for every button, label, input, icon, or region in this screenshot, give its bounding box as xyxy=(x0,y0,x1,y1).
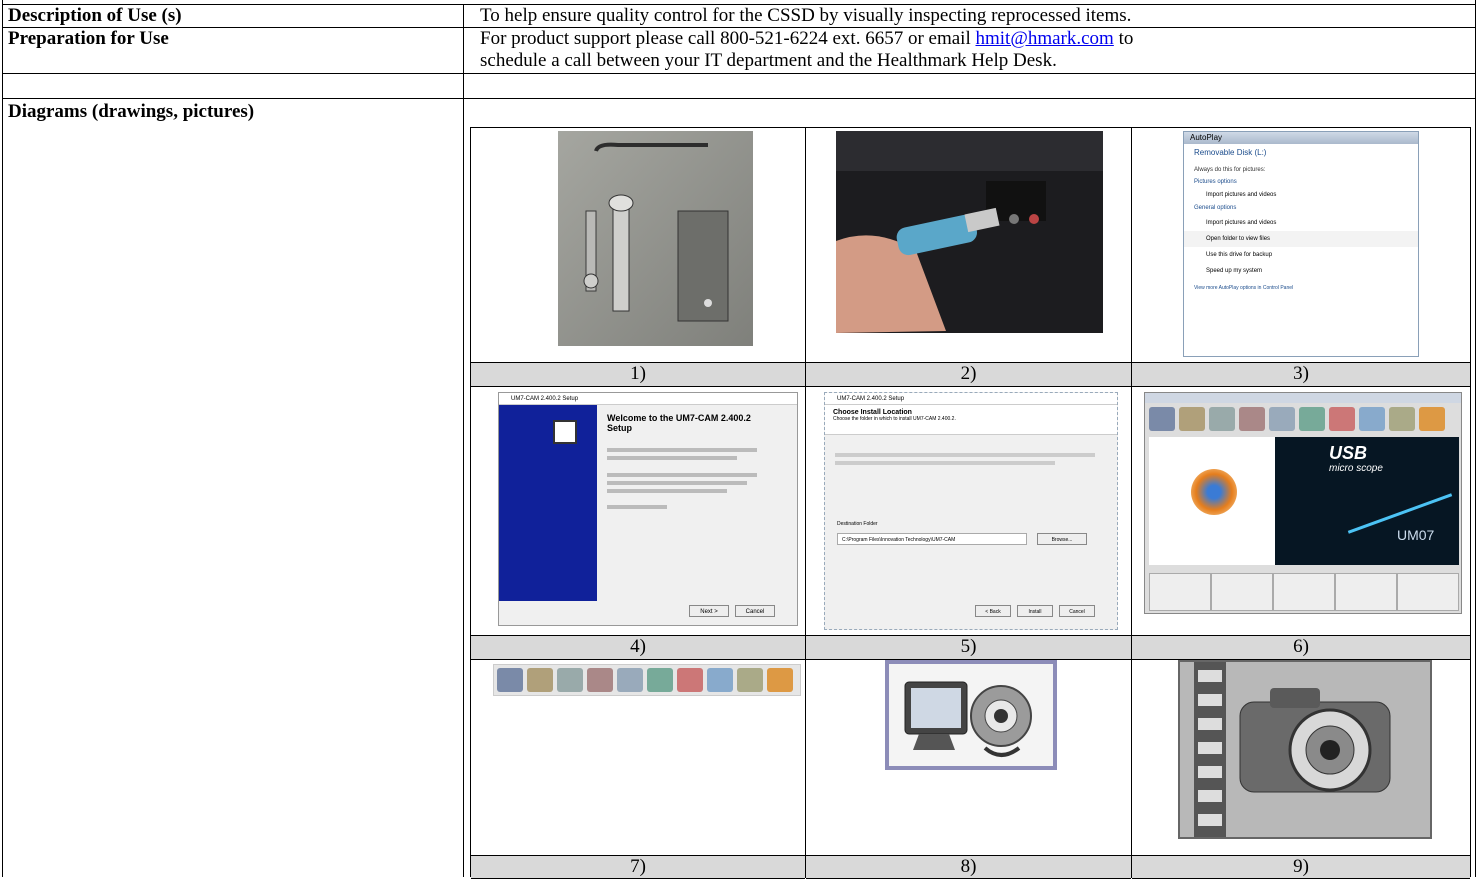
camera-tool-icon xyxy=(497,668,523,692)
grid-divider xyxy=(805,128,806,878)
app-preview: USB micro scope UM07 xyxy=(1149,437,1459,565)
camera-icon-picture xyxy=(1178,660,1432,839)
settings-tool-icon[interactable] xyxy=(1239,407,1265,431)
chart-tool-icon xyxy=(707,668,733,692)
webcam-icon-picture xyxy=(885,660,1057,770)
camera-tool-icon[interactable] xyxy=(1149,407,1175,431)
caption-5: 5) xyxy=(806,635,1131,660)
capture-tool-icon xyxy=(617,668,643,692)
caption-3: 3) xyxy=(1132,362,1470,387)
install-titlebar: UM7-CAM 2.400.2 Setup xyxy=(825,393,1117,405)
row-value-preparation-line2: schedule a call between your IT departme… xyxy=(480,50,1057,71)
camera-logo-icon xyxy=(1191,469,1237,515)
install-sub: Choose the folder in which to install UM… xyxy=(833,416,956,422)
record-tool-icon xyxy=(677,668,703,692)
install-location-screenshot: UM7-CAM 2.400.2 Setup Choose Install Loc… xyxy=(824,392,1118,630)
row-label-diagrams: Diagrams (drawings, pictures) xyxy=(8,101,255,122)
exit-tool-icon xyxy=(767,668,793,692)
folder-tool-icon xyxy=(557,668,583,692)
autoplay-general-header: General options xyxy=(1194,205,1237,211)
microscope-app-screenshot: USB micro scope UM07 xyxy=(1144,392,1462,614)
usb-insert-photo xyxy=(836,131,1103,333)
setup-welcome-heading: Welcome to the UM7-CAM 2.400.2 Setup xyxy=(607,413,751,433)
app-thumbnail-strip xyxy=(1149,573,1459,611)
hardware-photo xyxy=(558,131,753,346)
autoplay-item[interactable]: Import pictures and videos xyxy=(1184,189,1418,201)
film-tool-icon[interactable] xyxy=(1179,407,1205,431)
row-label-description: Description of Use (s) xyxy=(8,5,182,26)
autoplay-footer-link[interactable]: View more AutoPlay options in Control Pa… xyxy=(1184,279,1418,297)
diagrams-grid: AutoPlay Removable Disk (L:) Always do t… xyxy=(470,127,1471,879)
autoplay-item[interactable]: Open folder to view files xyxy=(1184,231,1418,247)
caption-2: 2) xyxy=(806,362,1131,387)
setup-cancel-button[interactable]: Cancel xyxy=(735,605,775,617)
film-tool-icon xyxy=(527,668,553,692)
autoplay-disk: Removable Disk (L:) xyxy=(1194,148,1267,157)
app-brand-usb: USB xyxy=(1329,443,1368,463)
app-brand-um: UM07 xyxy=(1397,527,1435,543)
app-brand-micro: micro scope xyxy=(1329,463,1383,474)
caption-8: 8) xyxy=(806,855,1131,879)
caption-1: 1) xyxy=(471,362,805,387)
autoplay-pictures-header: Pictures options xyxy=(1194,179,1237,185)
autoplay-item[interactable]: Use this drive for backup xyxy=(1184,247,1418,263)
settings-tool-icon xyxy=(587,668,613,692)
network-tool-icon xyxy=(647,668,673,692)
app-toolbar xyxy=(1149,407,1449,431)
install-cancel-button[interactable]: Cancel xyxy=(1059,605,1095,617)
column-divider xyxy=(463,4,464,877)
caption-7: 7) xyxy=(471,855,805,879)
row-value-preparation-line1: For product support please call 800-521-… xyxy=(480,28,1133,50)
install-heading: Choose Install Location xyxy=(833,409,912,416)
exit-tool-icon[interactable] xyxy=(1419,407,1445,431)
row-divider xyxy=(2,98,1476,99)
document-page: Description of Use (s) To help ensure qu… xyxy=(0,0,1481,879)
mail-tool-icon[interactable] xyxy=(1389,407,1415,431)
toolbar-screenshot xyxy=(493,664,801,696)
autoplay-item[interactable]: Speed up my system xyxy=(1184,263,1418,279)
row-divider xyxy=(2,73,1476,74)
install-browse-button[interactable]: Browse... xyxy=(1037,533,1087,545)
caption-4: 4) xyxy=(471,635,805,660)
install-dest-label: Destination Folder xyxy=(837,521,878,527)
app-splash: USB micro scope UM07 xyxy=(1275,437,1459,565)
capture-tool-icon[interactable] xyxy=(1269,407,1295,431)
row-value-description: To help ensure quality control for the C… xyxy=(480,5,1132,26)
autoplay-screenshot: AutoPlay Removable Disk (L:) Always do t… xyxy=(1183,131,1419,357)
setup-logo-icon xyxy=(553,420,577,444)
email-link[interactable]: hmit@hmark.com xyxy=(975,28,1113,49)
install-path-input[interactable]: C:\Program Files\Innovation Technology\U… xyxy=(837,533,1027,545)
autoplay-item[interactable]: Import pictures and videos xyxy=(1184,215,1418,231)
autoplay-titlebar: AutoPlay xyxy=(1184,132,1418,144)
caption-6: 6) xyxy=(1132,635,1470,660)
setup-welcome-screenshot: UM7-CAM 2.400.2 Setup Welcome to the UM7… xyxy=(498,392,798,626)
setup-next-button[interactable]: Next > xyxy=(689,605,729,617)
folder-tool-icon[interactable] xyxy=(1209,407,1235,431)
setup-sidebar xyxy=(499,405,597,601)
record-tool-icon[interactable] xyxy=(1329,407,1355,431)
preparation-text: For product support please call 800-521-… xyxy=(480,28,976,49)
row-label-preparation: Preparation for Use xyxy=(8,28,169,49)
mail-tool-icon xyxy=(737,668,763,692)
install-install-button[interactable]: Install xyxy=(1017,605,1053,617)
network-tool-icon[interactable] xyxy=(1299,407,1325,431)
grid-divider xyxy=(1131,128,1132,878)
setup-titlebar: UM7-CAM 2.400.2 Setup xyxy=(499,393,797,405)
chart-tool-icon[interactable] xyxy=(1359,407,1385,431)
preparation-text-suffix: to xyxy=(1113,28,1134,49)
caption-9: 9) xyxy=(1132,855,1470,879)
install-back-button[interactable]: < Back xyxy=(975,605,1011,617)
autoplay-always: Always do this for pictures: xyxy=(1194,167,1266,173)
install-header: Choose Install Location Choose the folde… xyxy=(825,405,1117,435)
